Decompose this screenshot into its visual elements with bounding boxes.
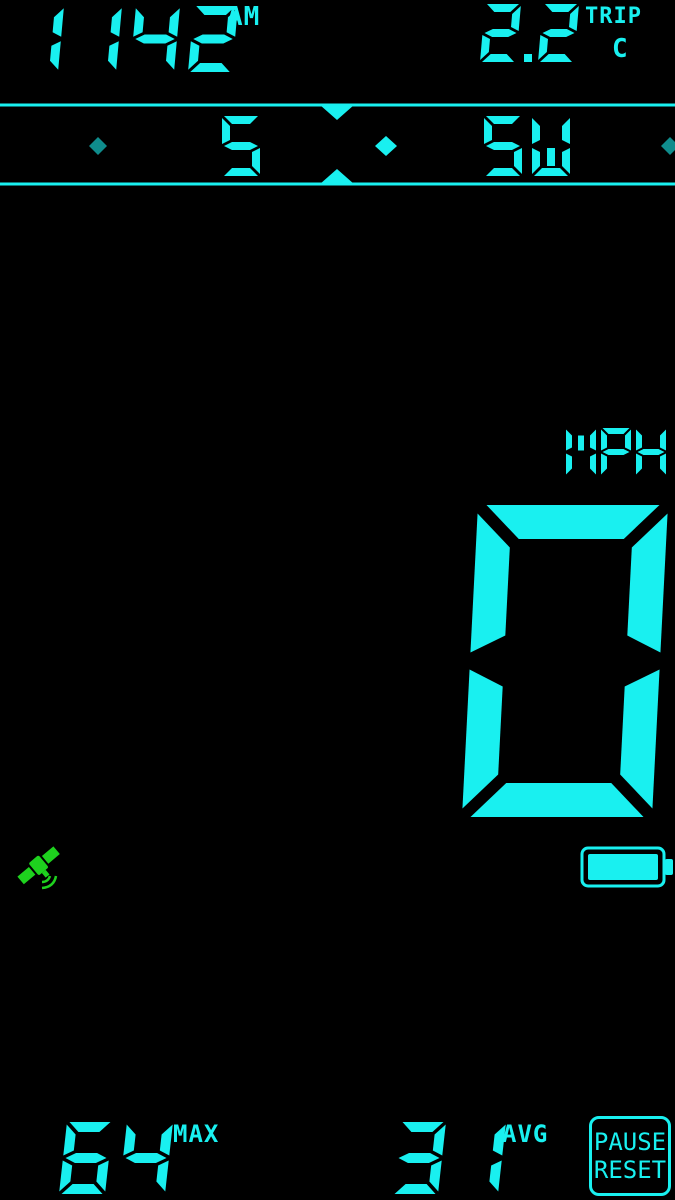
avg-speed-display-glyph-1-segment-c xyxy=(489,1160,502,1192)
speed-unit-label-glyph-0-segment-f xyxy=(566,429,572,451)
speed-unit-label-glyph-1-segment-e xyxy=(601,453,607,475)
trip-distance-display-glyph-2-segment-g xyxy=(542,29,575,37)
speed-value-display-glyph-0-segment-a xyxy=(486,505,660,539)
avg-speed-display-glyph-0-segment-g xyxy=(398,1153,440,1163)
compass-heading-left-glyph-0-segment-g xyxy=(224,142,258,150)
trip-distance-display xyxy=(480,4,579,62)
speed-unit-label-glyph-1-segment-f xyxy=(601,429,607,451)
speed-unit-label-glyph-0-segment-c xyxy=(590,453,596,475)
max-speed-display-glyph-1-segment-c xyxy=(156,1160,169,1192)
avg-label: AVG xyxy=(502,1120,549,1148)
speed-unit-label-glyph-2-segment-f xyxy=(636,429,642,451)
clock-display-glyph-1-segment-c xyxy=(108,41,119,70)
clock-display-glyph-2-segment-b xyxy=(168,8,180,37)
compass-heading-left-glyph-0-segment-f xyxy=(222,118,230,144)
compass-heading-right-glyph-0-segment-c xyxy=(514,148,522,174)
compass-heading-left-glyph-0-segment-d xyxy=(224,168,258,176)
pause-label: PAUSE xyxy=(593,1128,667,1156)
speed-value-display-glyph-0-segment-b xyxy=(627,513,668,653)
avg-speed-display-glyph-0-segment-d xyxy=(394,1184,436,1194)
avg-speed-display-glyph-0-segment-a xyxy=(402,1122,444,1132)
clock-display-glyph-2-segment-f xyxy=(133,8,144,37)
compass-heading-right-glyph-0-segment-g xyxy=(486,142,520,150)
speed-unit-label-glyph-0-segment-b xyxy=(590,429,596,451)
compass-heading-left-glyph-0-segment-a xyxy=(224,116,258,124)
max-speed-display-glyph-1-segment-b xyxy=(159,1124,173,1156)
trip-distance-display-glyph-2-segment-d xyxy=(540,54,572,62)
max-speed-display-glyph-0-segment-d xyxy=(61,1184,103,1194)
compass-heading-right-glyph-0-segment-d xyxy=(486,168,520,176)
speed-unit-label-glyph-1-segment-g xyxy=(602,449,630,455)
clock-display-glyph-2-segment-c xyxy=(166,41,177,70)
max-speed-display-glyph-0-segment-g xyxy=(65,1153,107,1163)
speed-value-display xyxy=(462,505,668,817)
compass-bottom-marker xyxy=(320,169,354,184)
trip-distance-display-glyph-0-segment-a xyxy=(487,4,519,12)
max-speed-display-glyph-0-segment-c xyxy=(96,1160,109,1192)
speed-unit-label xyxy=(566,428,666,475)
compass-heading-right xyxy=(484,116,570,176)
speed-value-display-glyph-0-segment-f xyxy=(470,513,510,653)
clock-ampm-label: AM xyxy=(227,2,261,32)
avg-speed-display xyxy=(394,1122,506,1194)
max-speed-display-glyph-1-segment-g xyxy=(125,1153,167,1163)
clock-display-glyph-3-segment-d xyxy=(190,63,230,72)
compass-heading-right-glyph-1-segment-vmidlow xyxy=(547,148,555,166)
speed-value-display-glyph-0-segment-d xyxy=(470,783,644,817)
compass-heading-right-glyph-1-segment-d xyxy=(534,168,568,176)
compass-heading-left-glyph-0-segment-c xyxy=(252,148,260,174)
max-speed-display xyxy=(59,1122,173,1194)
clock-display-glyph-3-segment-g xyxy=(193,34,233,44)
max-label: MAX xyxy=(173,1120,220,1148)
speedometer-screen: AM TRIP C MAX AVG PAUSE RESET xyxy=(0,0,675,1200)
speed-unit-label-glyph-2-segment-e xyxy=(636,453,642,475)
max-speed-display-glyph-0-segment-f xyxy=(63,1124,76,1156)
trip-sub-label: C xyxy=(612,34,629,64)
reset-label: RESET xyxy=(593,1156,667,1184)
speed-unit-label-glyph-1-segment-b xyxy=(625,429,631,451)
clock-display-glyph-1-segment-b xyxy=(110,8,122,37)
speed-value-display-glyph-0-segment-e xyxy=(462,669,503,809)
speed-unit-label-glyph-0-segment-e xyxy=(566,453,572,475)
trip-distance-display-glyph-0-segment-g xyxy=(484,29,517,37)
trip-label: TRIP xyxy=(585,4,642,29)
compass-heading-right-glyph-1-segment-c xyxy=(562,148,570,174)
max-speed-display-glyph-1-segment-f xyxy=(123,1124,136,1156)
max-speed-display-glyph-0-segment-a xyxy=(69,1122,111,1132)
battery-icon xyxy=(580,846,673,888)
speed-unit-label-glyph-0-segment-vmidhigh xyxy=(578,435,584,451)
compass-tick-left xyxy=(89,137,107,155)
clock-display-glyph-2-segment-g xyxy=(135,34,175,44)
speed-value-display-glyph-0-segment-c xyxy=(620,669,660,809)
speed-unit-label-glyph-2-segment-c xyxy=(660,453,666,475)
compass-heading-right-glyph-0-segment-a xyxy=(486,116,520,124)
clock-display-glyph-0-segment-c xyxy=(50,41,61,70)
trip-distance-display-glyph-0-segment-d xyxy=(482,54,514,62)
compass-tick-right xyxy=(661,137,675,155)
compass-heading-left xyxy=(222,116,260,176)
compass-heading-right-glyph-0-segment-f xyxy=(484,118,492,144)
compass-top-marker xyxy=(320,105,354,120)
clock-display-glyph-0-segment-b xyxy=(52,8,64,37)
compass-heading-right-glyph-1-segment-f xyxy=(532,118,540,144)
compass-heading-right-glyph-1-segment-b xyxy=(562,118,570,144)
satellite-icon xyxy=(17,846,60,890)
avg-speed-display-glyph-0-segment-c xyxy=(429,1160,442,1192)
compass-heading-right-glyph-1-segment-e xyxy=(532,148,540,174)
speed-unit-label-glyph-1-segment-a xyxy=(602,428,630,434)
speed-unit-label-glyph-2-segment-b xyxy=(660,429,666,451)
trip-distance-display-glyph-2-segment-a xyxy=(545,4,577,12)
trip-distance-display-decimal-point xyxy=(524,54,532,62)
speed-unit-label-glyph-2-segment-g xyxy=(637,449,665,455)
pause-reset-button[interactable]: PAUSE RESET xyxy=(589,1116,671,1196)
compass-tick-center xyxy=(375,136,397,156)
